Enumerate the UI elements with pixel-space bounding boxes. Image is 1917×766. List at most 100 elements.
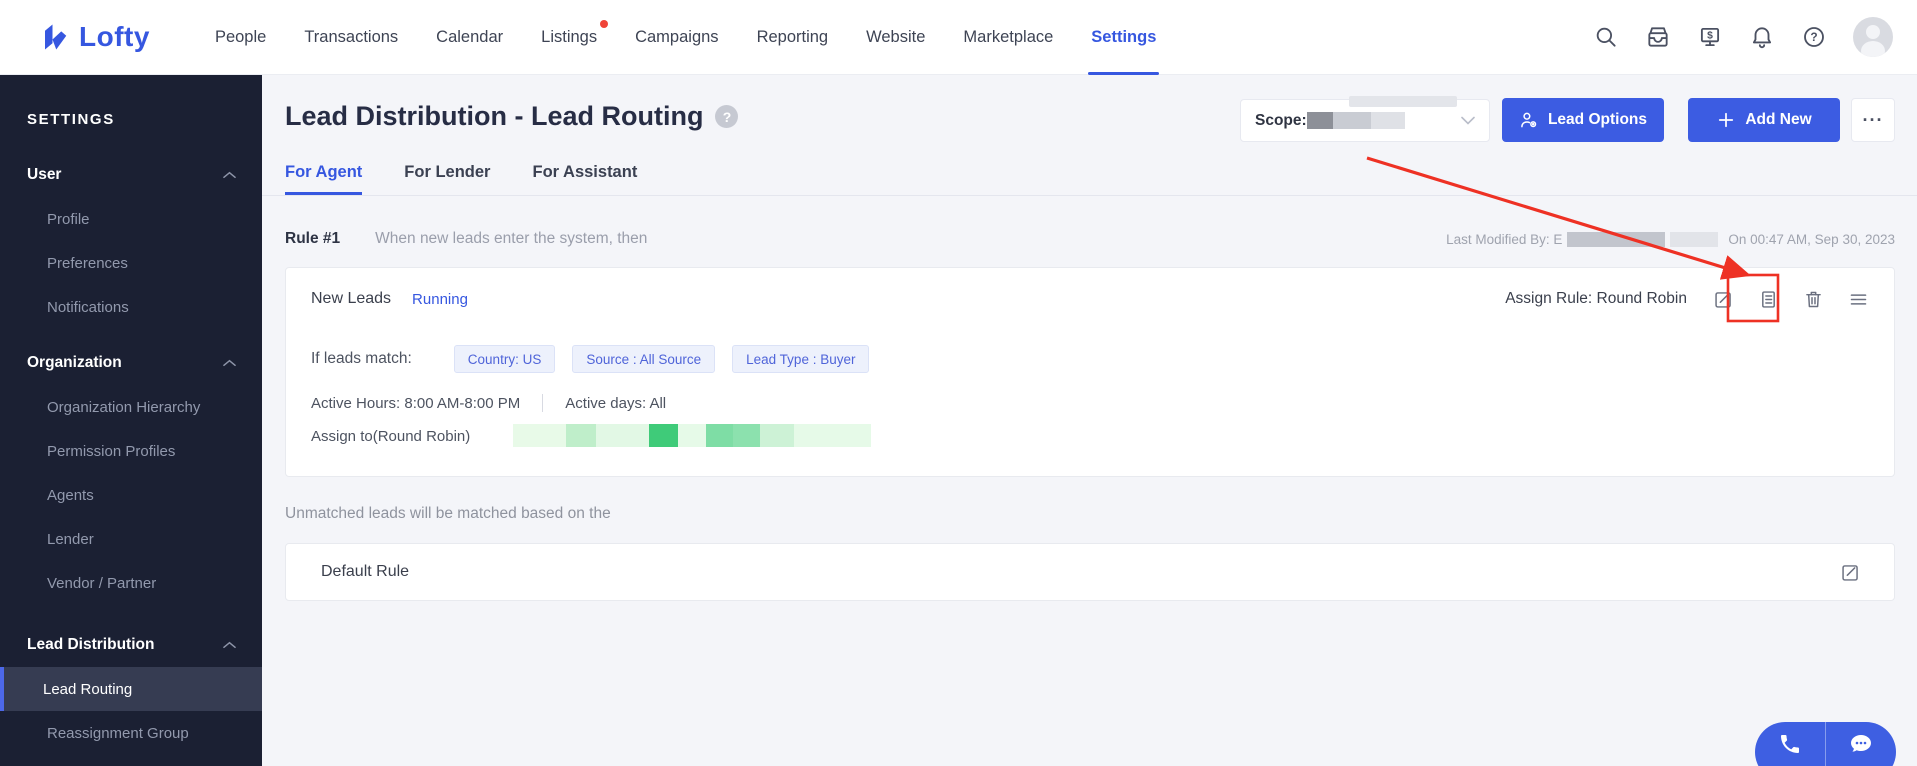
help-icon[interactable]: ?: [1801, 24, 1827, 50]
top-nav: Lofty People Transactions Calendar Listi…: [0, 0, 1917, 75]
last-modified-date: On 00:47 AM, Sep 30, 2023: [1728, 231, 1895, 247]
unmatched-note: Unmatched leads will be matched based on…: [285, 505, 611, 522]
svg-text:$: $: [1707, 31, 1713, 42]
brand-name: Lofty: [79, 21, 150, 52]
delete-icon[interactable]: [1803, 289, 1824, 310]
phone-icon: [1781, 735, 1799, 753]
lofty-logo[interactable]: Lofty: [40, 21, 150, 53]
chip-lead-type[interactable]: Lead Type : Buyer: [732, 345, 870, 373]
svg-text:?: ?: [1810, 30, 1817, 44]
chevron-up-icon: [223, 641, 236, 649]
nav-item-marketplace[interactable]: Marketplace: [944, 0, 1072, 75]
sidebar-item-agents[interactable]: Agents: [0, 473, 262, 517]
rule-description: When new leads enter the system, then: [375, 230, 648, 247]
search-icon[interactable]: [1593, 24, 1619, 50]
tabs-divider: [262, 195, 1917, 196]
scope-label: Scope:: [1255, 111, 1307, 129]
sidebar-item-lender[interactable]: Lender: [0, 517, 262, 561]
rule-hours-row: Active Hours: 8:00 AM-8:00 PM Active day…: [311, 394, 666, 412]
title-help-icon[interactable]: ?: [715, 105, 739, 128]
filter-chips: Country: US Source : All Source Lead Typ…: [453, 345, 870, 373]
tabs-bar: For Agent For Lender For Assistant: [285, 163, 637, 195]
billing-icon[interactable]: $: [1697, 24, 1723, 50]
chip-source[interactable]: Source : All Source: [572, 345, 716, 373]
nav-item-transactions[interactable]: Transactions: [285, 0, 417, 75]
chat-button[interactable]: [1826, 722, 1896, 766]
app-root: Lofty People Transactions Calendar Listi…: [0, 0, 1917, 766]
sidebar-item-preferences[interactable]: Preferences: [0, 241, 262, 285]
tab-for-lender[interactable]: For Lender: [404, 163, 490, 195]
notifications-bell-icon[interactable]: [1749, 24, 1775, 50]
sidebar-item-lead-routing[interactable]: Lead Routing: [0, 667, 262, 711]
add-new-label: Add New: [1745, 111, 1812, 128]
nav-item-campaigns[interactable]: Campaigns: [616, 0, 737, 75]
sidebar-item-vendor-partner[interactable]: Vendor / Partner: [0, 561, 262, 605]
edit-icon[interactable]: [1713, 289, 1734, 310]
nav-item-website[interactable]: Website: [847, 0, 944, 75]
rule-card: New Leads Running Assign Rule: Round Rob…: [285, 267, 1895, 477]
sidebar-section-user[interactable]: User: [0, 161, 262, 189]
chip-country[interactable]: Country: US: [453, 345, 556, 373]
rule-assign-row: Assign to(Round Robin): [311, 424, 871, 448]
nav-item-reporting[interactable]: Reporting: [738, 0, 848, 75]
redacted-scope-value: [1306, 112, 1405, 129]
plus-icon: [1719, 112, 1734, 128]
sidebar-item-notifications[interactable]: Notifications: [0, 285, 262, 329]
more-options-button[interactable]: ···: [1851, 98, 1895, 142]
sidebar-item-reassignment-group[interactable]: Reassignment Group: [0, 711, 262, 755]
default-rule-label: Default Rule: [321, 563, 410, 580]
ellipsis-icon: ···: [1862, 109, 1884, 130]
sidebar-title: SETTINGS: [27, 111, 115, 128]
redacted-blur-artifact: [1349, 96, 1457, 107]
sidebar-section-label: Lead Distribution: [27, 636, 155, 653]
lead-options-button[interactable]: Lead Options: [1502, 98, 1664, 142]
drag-handle-icon[interactable]: [1848, 289, 1869, 310]
sidebar-section-organization[interactable]: Organization: [0, 349, 262, 377]
call-button[interactable]: [1755, 722, 1825, 766]
edit-icon[interactable]: [1840, 562, 1861, 583]
chevron-up-icon: [223, 171, 236, 179]
nav-active-underline: [1088, 71, 1160, 75]
scope-dropdown[interactable]: Scope:: [1240, 96, 1490, 142]
nav-item-settings[interactable]: Settings: [1072, 0, 1175, 75]
rule-header-row: Rule #1 When new leads enter the system,…: [285, 230, 1895, 248]
nav-item-people[interactable]: People: [196, 0, 285, 75]
nav-item-calendar[interactable]: Calendar: [417, 0, 522, 75]
page-title: Lead Distribution - Lead Routing: [285, 101, 704, 131]
rule-name: New Leads: [311, 290, 392, 307]
last-modified: Last Modified By: E On 00:47 AM, Sep 30,…: [1446, 231, 1895, 247]
avatar-placeholder-icon: [1861, 25, 1885, 57]
redacted-modifier-name: [1567, 231, 1666, 247]
sidebar-organization-items: Organization Hierarchy Permission Profil…: [0, 385, 262, 605]
rule-status-link[interactable]: Running: [412, 291, 468, 308]
sidebar-item-organization-hierarchy[interactable]: Organization Hierarchy: [0, 385, 262, 429]
user-avatar[interactable]: [1853, 17, 1893, 57]
sidebar-lead-distribution-items: Lead Routing Reassignment Group: [0, 667, 262, 755]
sidebar-item-permission-profiles[interactable]: Permission Profiles: [0, 429, 262, 473]
listings-notification-dot: [600, 19, 609, 28]
assign-rule-text: Assign Rule: Round Robin: [1505, 290, 1687, 307]
nav-menu: People Transactions Calendar Listings Ca…: [196, 0, 1175, 75]
nav-item-label: Listings: [541, 27, 598, 46]
copy-icon[interactable]: [1758, 289, 1779, 310]
sidebar-section-lead-distribution[interactable]: Lead Distribution: [0, 631, 262, 659]
lead-options-label: Lead Options: [1547, 111, 1648, 128]
nav-item-label: Settings: [1091, 27, 1157, 46]
nav-item-listings[interactable]: Listings: [522, 0, 616, 75]
default-rule-card: Default Rule: [285, 543, 1895, 601]
sidebar-user-items: Profile Preferences Notifications: [0, 197, 262, 329]
tab-for-agent[interactable]: For Agent: [285, 163, 363, 195]
chevron-down-icon: [1461, 116, 1475, 125]
assign-to-label: Assign to(Round Robin): [311, 427, 471, 445]
sidebar-item-profile[interactable]: Profile: [0, 197, 262, 241]
vertical-divider: [542, 394, 544, 412]
annotation-arrow: [1366, 156, 1752, 280]
add-new-button[interactable]: Add New: [1688, 98, 1840, 142]
inbox-icon[interactable]: [1645, 24, 1671, 50]
page-header: Lead Distribution - Lead Routing ?: [285, 101, 739, 132]
rule-number: Rule #1: [285, 230, 341, 247]
rule-card-title-row: New Leads Running Assign Rule: Round Rob…: [311, 282, 1869, 316]
tab-for-assistant[interactable]: For Assistant: [532, 163, 637, 195]
active-days-text: Active days: All: [565, 394, 667, 412]
sidebar-section-label: User: [27, 166, 62, 183]
